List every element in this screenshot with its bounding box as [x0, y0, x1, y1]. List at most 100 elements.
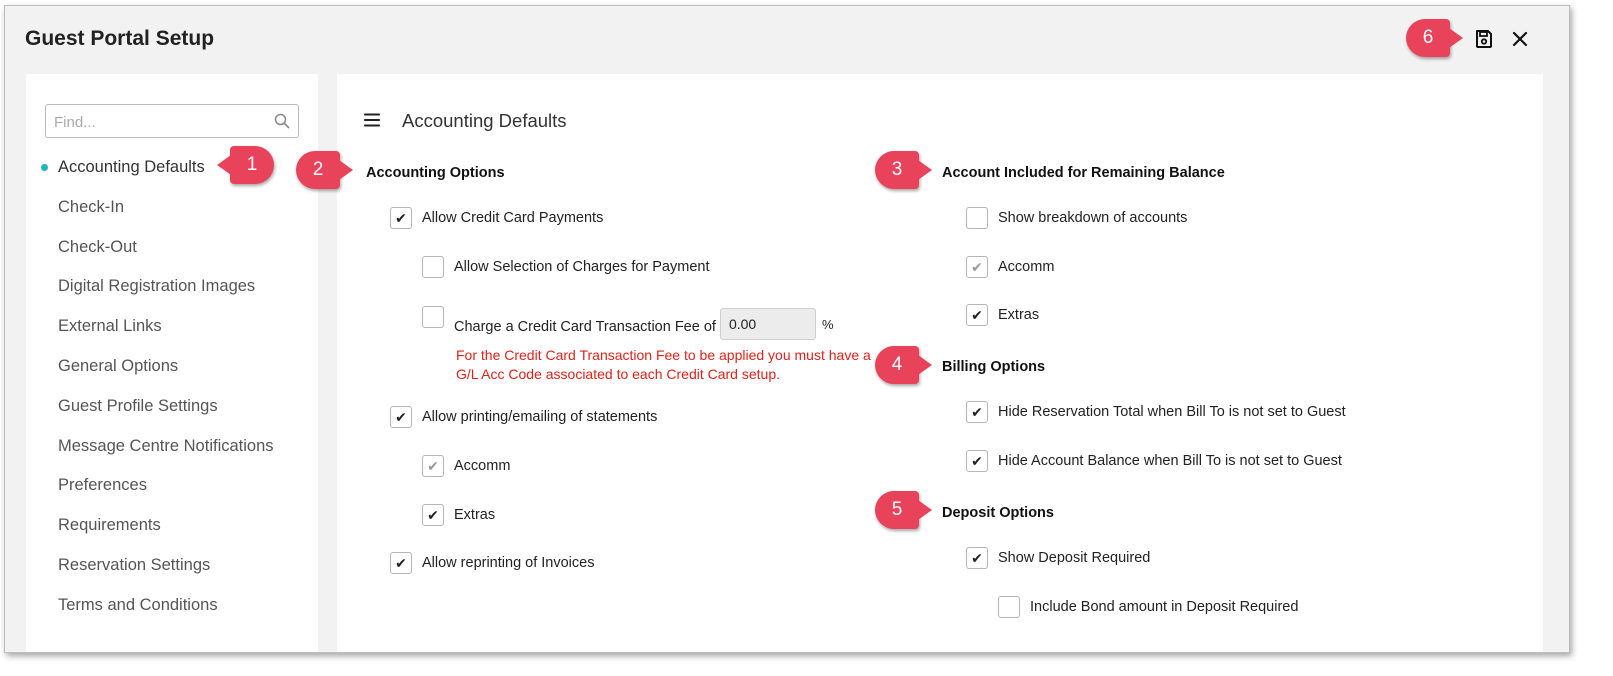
sidebar-item-preferences[interactable]: Preferences — [26, 472, 318, 512]
checkbox-label: Hide Reservation Total when Bill To is n… — [998, 404, 1346, 420]
allow-printing-row: ✔ Allow printing/emailing of statements — [390, 404, 657, 430]
sidebar-item-label: Check-In — [58, 197, 125, 216]
window-title: Guest Portal Setup — [25, 27, 215, 50]
section-title-deposit-options: Deposit Options — [942, 505, 1054, 521]
balance-accomm-row: ✔ Accomm — [966, 254, 1054, 280]
check-icon: ✔ — [971, 306, 983, 323]
check-icon: ✔ — [395, 209, 407, 226]
guest-portal-setup-window: Guest Portal Setup Accounting Defaults C… — [4, 5, 1570, 653]
sidebar-item-external-links[interactable]: External Links — [26, 313, 318, 353]
sidebar-item-label: Check-Out — [58, 237, 137, 256]
checkbox-label: Allow Credit Card Payments — [422, 210, 604, 226]
sidebar-item-requirements[interactable]: Requirements — [26, 512, 318, 552]
show-breakdown-checkbox[interactable] — [966, 207, 988, 229]
allow-credit-card-payments-row: ✔ Allow Credit Card Payments — [390, 205, 603, 231]
statements-extras-checkbox[interactable]: ✔ — [422, 504, 444, 526]
sidebar: Accounting Defaults Check-In Check-Out D… — [26, 74, 318, 652]
checkbox-label: Allow reprinting of Invoices — [422, 555, 595, 571]
sidebar-nav: Accounting Defaults Check-In Check-Out D… — [26, 154, 318, 632]
callout-1: 1 — [217, 146, 274, 184]
statements-accomm-row: ✔ Accomm — [422, 453, 510, 479]
check-icon: ✔ — [427, 457, 439, 474]
allow-reprinting-row: ✔ Allow reprinting of Invoices — [390, 550, 594, 576]
checkbox-label: Show Deposit Required — [998, 550, 1151, 566]
allow-reprinting-checkbox[interactable]: ✔ — [390, 552, 412, 574]
section-title-accounting-options: Accounting Options — [366, 165, 505, 181]
cc-fee-warning: For the Credit Card Transaction Fee to b… — [456, 346, 871, 384]
statements-extras-row: ✔ Extras — [422, 502, 495, 528]
active-indicator-dot — [41, 164, 48, 171]
balance-accomm-checkbox[interactable]: ✔ — [966, 256, 988, 278]
page-title: Accounting Defaults — [402, 110, 567, 131]
sidebar-item-label: Requirements — [58, 516, 161, 535]
sidebar-item-label: Terms and Conditions — [58, 595, 218, 614]
sidebar-item-label: Digital Registration Images — [58, 277, 256, 296]
cc-fee-percent-input[interactable] — [719, 308, 816, 340]
checkbox-label: Accomm — [998, 259, 1055, 275]
check-icon: ✔ — [395, 408, 407, 425]
statements-accomm-checkbox[interactable]: ✔ — [422, 455, 444, 477]
percent-unit: % — [821, 316, 834, 332]
sidebar-item-label: Reservation Settings — [58, 555, 211, 574]
cc-transaction-fee-row: Charge a Credit Card Transaction Fee of … — [422, 306, 834, 342]
sidebar-item-message-centre-notifications[interactable]: Message Centre Notifications — [26, 433, 318, 473]
hamburger-menu-icon[interactable] — [364, 113, 380, 132]
sidebar-item-guest-profile-settings[interactable]: Guest Profile Settings — [26, 393, 318, 433]
cc-transaction-fee-checkbox[interactable] — [422, 306, 444, 328]
hide-reservation-total-checkbox[interactable]: ✔ — [966, 401, 988, 423]
sidebar-item-label: Preferences — [58, 476, 147, 495]
include-bond-checkbox[interactable] — [998, 596, 1020, 618]
sidebar-item-check-out[interactable]: Check-Out — [26, 234, 318, 274]
warning-line: For the Credit Card Transaction Fee to b… — [456, 347, 871, 363]
main-panel: Accounting Defaults Accounting Options ✔… — [337, 74, 1543, 652]
checkbox-label: Extras — [998, 307, 1040, 323]
checkbox-label: Extras — [454, 507, 496, 523]
show-deposit-required-checkbox[interactable]: ✔ — [966, 547, 988, 569]
check-icon: ✔ — [427, 506, 439, 523]
check-icon: ✔ — [971, 258, 983, 275]
sidebar-item-reservation-settings[interactable]: Reservation Settings — [26, 552, 318, 592]
allow-credit-card-payments-checkbox[interactable]: ✔ — [390, 207, 412, 229]
checkbox-label: Allow Selection of Charges for Payment — [454, 259, 710, 275]
checkbox-label: Allow printing/emailing of statements — [422, 409, 658, 425]
check-icon: ✔ — [395, 554, 407, 571]
checkbox-label: Show breakdown of accounts — [998, 210, 1188, 226]
allow-printing-checkbox[interactable]: ✔ — [390, 406, 412, 428]
sidebar-item-label: General Options — [58, 356, 179, 375]
balance-extras-row: ✔ Extras — [966, 302, 1039, 328]
search-icon[interactable] — [274, 113, 290, 134]
hide-account-balance-checkbox[interactable]: ✔ — [966, 450, 988, 472]
search-input[interactable] — [52, 111, 266, 133]
show-deposit-required-row: ✔ Show Deposit Required — [966, 545, 1150, 571]
checkbox-label: Hide Account Balance when Bill To is not… — [998, 453, 1342, 469]
allow-selection-of-charges-row: Allow Selection of Charges for Payment — [422, 254, 710, 280]
sidebar-item-general-options[interactable]: General Options — [26, 353, 318, 393]
sidebar-item-label: External Links — [58, 317, 162, 336]
check-icon: ✔ — [971, 452, 983, 469]
callout-2: 2 — [296, 151, 353, 189]
sidebar-item-label: Message Centre Notifications — [58, 436, 274, 455]
sidebar-item-check-in[interactable]: Check-In — [26, 194, 318, 234]
sidebar-item-digital-registration-images[interactable]: Digital Registration Images — [26, 273, 318, 313]
checkbox-label: Include Bond amount in Deposit Required — [1030, 599, 1299, 615]
check-icon: ✔ — [971, 403, 983, 420]
sidebar-item-label: Guest Profile Settings — [58, 396, 218, 415]
save-icon[interactable] — [1471, 26, 1497, 52]
close-icon[interactable] — [1507, 26, 1533, 52]
checkbox-label: Accomm — [454, 458, 511, 474]
section-title-billing-options: Billing Options — [942, 359, 1046, 375]
hide-reservation-total-row: ✔ Hide Reservation Total when Bill To is… — [966, 399, 1346, 425]
section-title-remaining-balance: Account Included for Remaining Balance — [942, 165, 1225, 181]
sidebar-item-accounting-defaults[interactable]: Accounting Defaults — [26, 154, 318, 194]
show-breakdown-row: Show breakdown of accounts — [966, 205, 1187, 231]
checkbox-label: Charge a Credit Card Transaction Fee of — [454, 319, 716, 335]
check-icon: ✔ — [971, 549, 983, 566]
sidebar-item-terms-and-conditions[interactable]: Terms and Conditions — [26, 592, 318, 632]
balance-extras-checkbox[interactable]: ✔ — [966, 304, 988, 326]
sidebar-item-label: Accounting Defaults — [58, 158, 205, 176]
callout-4: 4 — [875, 346, 932, 384]
callout-3: 3 — [875, 151, 932, 189]
include-bond-row: Include Bond amount in Deposit Required — [998, 594, 1298, 620]
callout-6: 6 — [1406, 19, 1463, 57]
allow-selection-of-charges-checkbox[interactable] — [422, 256, 444, 278]
